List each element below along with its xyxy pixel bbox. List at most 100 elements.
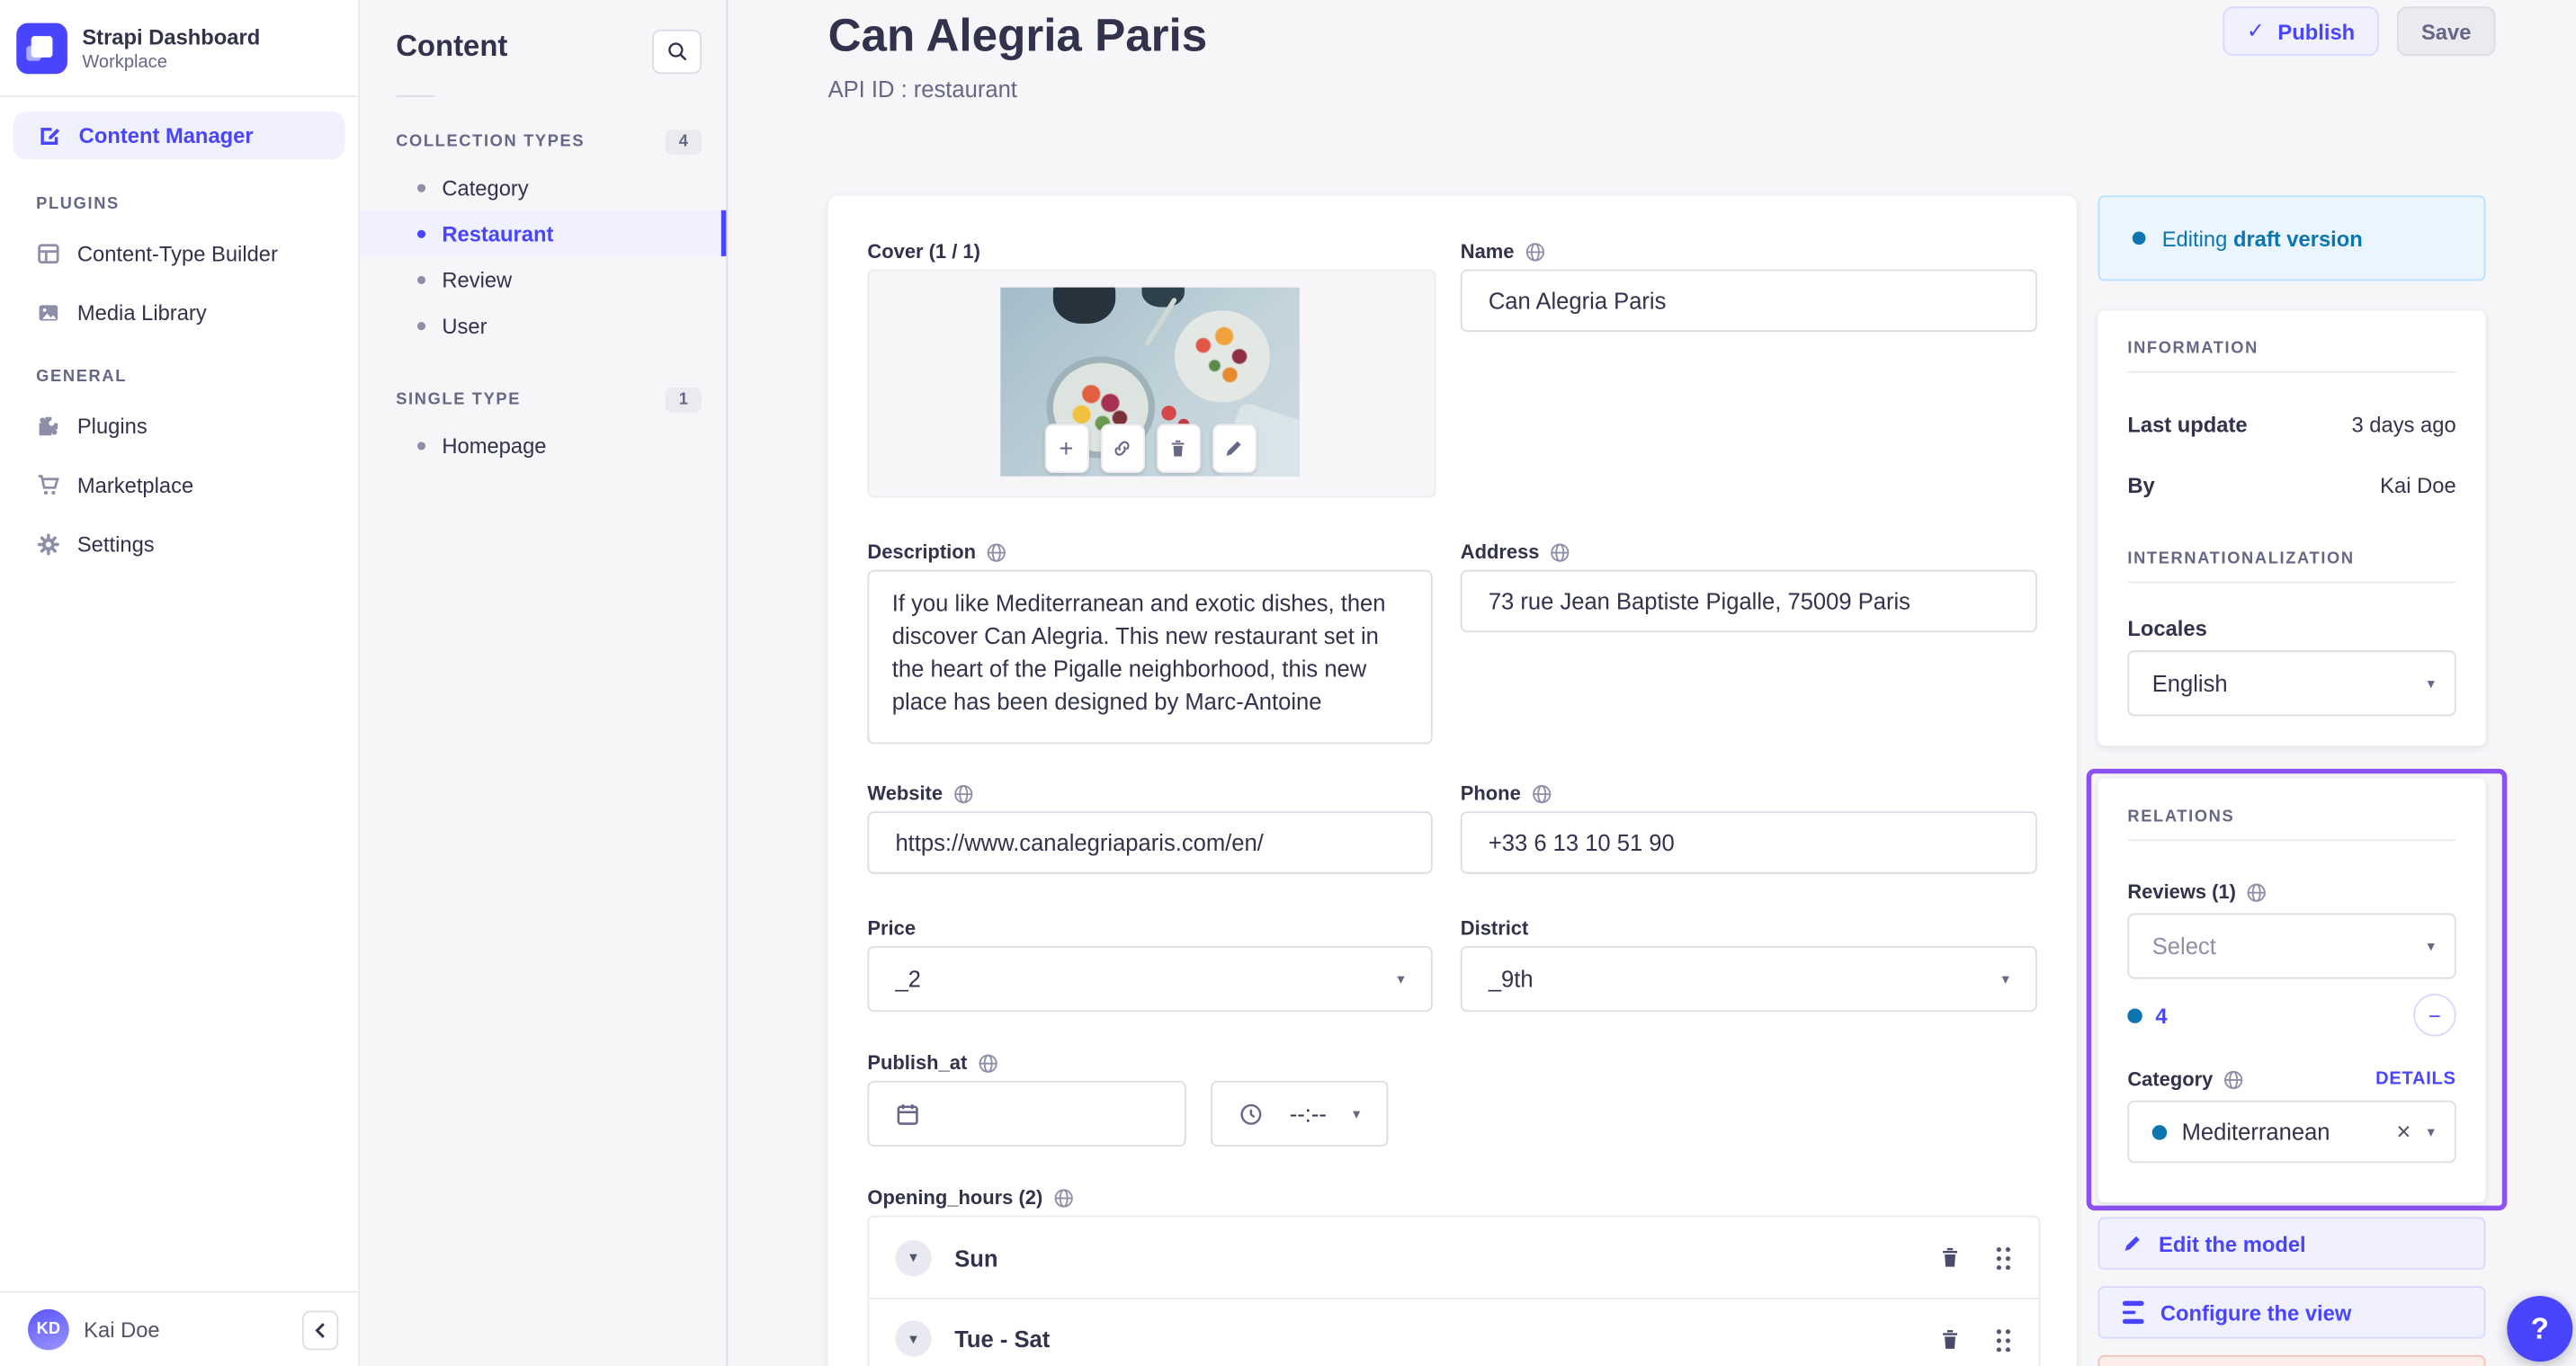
- drag-handle-icon[interactable]: [1994, 1326, 2013, 1352]
- calendar-icon: [895, 1102, 919, 1126]
- name-input[interactable]: Can Alegria Paris: [1460, 269, 2037, 332]
- website-input[interactable]: https://www.canalegriaparis.com/en/: [867, 811, 1433, 874]
- edit-model-button[interactable]: Edit the model: [2097, 1217, 2486, 1270]
- district-field-label: District: [1460, 916, 1529, 940]
- divider: [2127, 839, 2456, 842]
- subnav-item-category[interactable]: Category: [360, 165, 726, 210]
- save-button[interactable]: Save: [2396, 6, 2496, 57]
- main-navigation: Strapi Dashboard Workplace Content Manag…: [0, 0, 361, 1366]
- main-content: Can Alegria Paris API ID : restaurant ✓ …: [728, 0, 2576, 1366]
- cover-photo[interactable]: +: [1000, 287, 1300, 477]
- nav-section-general: GENERAL: [36, 368, 128, 387]
- subnav-item-homepage[interactable]: Homepage: [360, 422, 726, 468]
- drag-handle-icon[interactable]: [1994, 1245, 2013, 1270]
- website-field-label: Website: [867, 781, 973, 805]
- clear-icon[interactable]: ×: [2396, 1120, 2411, 1144]
- trash-icon[interactable]: [1938, 1245, 1962, 1270]
- globe-icon: [2246, 881, 2267, 903]
- expand-toggle-icon[interactable]: ▼: [895, 1239, 932, 1276]
- edit-form-card: Cover (1 / 1) + Name Can Alegria Paris D…: [827, 195, 2077, 1366]
- nav-item-content-type-builder[interactable]: Content-Type Builder: [36, 233, 358, 272]
- copy-link-button[interactable]: [1099, 424, 1145, 474]
- nav-item-plugins[interactable]: Plugins: [36, 406, 358, 445]
- puzzle-icon: [36, 413, 60, 437]
- opening-hours-row-tue-sat[interactable]: ▼ Tue - Sat: [869, 1297, 2039, 1366]
- reviews-field-label: Reviews (1): [2127, 880, 2455, 904]
- price-select[interactable]: _2 ▾: [867, 946, 1433, 1013]
- single-type-count-badge: 1: [665, 388, 702, 413]
- phone-field-label: Phone: [1461, 781, 1552, 805]
- photo-berry: [1161, 406, 1176, 421]
- configure-view-button[interactable]: Configure the view: [2097, 1286, 2486, 1339]
- last-update-value: 3 days ago: [2351, 412, 2456, 437]
- delete-entry-button[interactable]: [2097, 1354, 2486, 1366]
- subnav-item-review[interactable]: Review: [360, 256, 726, 302]
- details-link[interactable]: DETAILS: [2375, 1069, 2456, 1089]
- photo-bowl: [1174, 310, 1270, 403]
- subnav-item-user[interactable]: User: [360, 302, 726, 348]
- brand-title: Strapi Dashboard: [82, 24, 261, 49]
- photo-cup: [1141, 287, 1185, 308]
- globe-icon: [1052, 1187, 1074, 1209]
- brand[interactable]: Strapi Dashboard Workplace: [0, 0, 359, 97]
- pencil-icon: [1224, 439, 1244, 459]
- relation-item: 4 −: [2127, 994, 2456, 1037]
- globe-icon: [977, 1052, 998, 1074]
- name-field-label: Name: [1461, 240, 1545, 263]
- description-textarea[interactable]: If you like Mediterranean and exotic dis…: [867, 569, 1433, 745]
- divider: [2127, 581, 2456, 584]
- nav-item-settings[interactable]: Settings: [36, 524, 358, 564]
- list-settings-icon: [2122, 1301, 2144, 1324]
- remove-relation-button[interactable]: −: [2413, 994, 2456, 1037]
- content-type-builder-icon: [36, 241, 60, 265]
- nav-item-media-library[interactable]: Media Library: [36, 292, 358, 332]
- opening-hours-component: ▼ Sun ▼ Tue - Sat: [867, 1215, 2041, 1366]
- expand-toggle-icon[interactable]: ▼: [895, 1320, 932, 1357]
- phone-input[interactable]: +33 6 13 10 51 90: [1460, 811, 2037, 874]
- globe-icon: [1549, 541, 1570, 563]
- locales-label: Locales: [2127, 615, 2207, 641]
- publish-at-time-input[interactable]: --:-- ▾: [1211, 1080, 1389, 1147]
- locales-select[interactable]: English ▾: [2127, 650, 2456, 717]
- relation-status-dot-icon: [2127, 1007, 2142, 1023]
- globe-icon: [953, 782, 974, 804]
- delete-media-button[interactable]: [1155, 424, 1201, 474]
- time-placeholder: --:--: [1289, 1100, 1327, 1127]
- information-card: INFORMATION Last update 3 days ago By Ka…: [2097, 310, 2486, 746]
- publish-button[interactable]: ✓ Publish: [2223, 6, 2379, 57]
- brand-subtitle: Workplace: [82, 52, 167, 73]
- collapse-sidebar-button[interactable]: [302, 1309, 339, 1350]
- globe-icon: [1531, 782, 1552, 804]
- trash-icon: [1168, 439, 1188, 459]
- category-select[interactable]: Mediterranean × ▾: [2127, 1100, 2456, 1164]
- globe-icon: [2223, 1068, 2244, 1090]
- subnav-item-restaurant[interactable]: Restaurant: [360, 210, 727, 256]
- search-button[interactable]: [652, 29, 702, 75]
- by-value: Kai Doe: [2380, 473, 2456, 498]
- bullet-icon: [416, 183, 426, 192]
- bullet-icon: [416, 441, 426, 450]
- nav-item-content-manager[interactable]: Content Manager: [13, 112, 345, 160]
- avatar: KD: [28, 1308, 69, 1351]
- cover-field: +: [867, 269, 1436, 498]
- check-icon: ✓: [2246, 18, 2265, 43]
- side-panel: Editing draft version INFORMATION Last u…: [2086, 195, 2508, 1366]
- strapi-logo-icon: [16, 22, 67, 75]
- status-dot-icon: [2132, 231, 2146, 246]
- district-select[interactable]: _9th ▾: [1460, 946, 2037, 1013]
- internationalization-heading: INTERNATIONALIZATION: [2127, 549, 2355, 568]
- reviews-select[interactable]: Select ▾: [2127, 913, 2456, 979]
- trash-icon[interactable]: [1938, 1326, 1962, 1351]
- nav-item-marketplace[interactable]: Marketplace: [36, 465, 358, 504]
- publish-at-date-input[interactable]: [867, 1080, 1186, 1147]
- chevron-down-icon: ▾: [1397, 969, 1405, 987]
- edit-media-button[interactable]: [1212, 424, 1257, 474]
- relation-link[interactable]: 4: [2155, 1003, 2400, 1027]
- category-field-label: Category: [2127, 1067, 2244, 1091]
- add-media-button[interactable]: +: [1043, 424, 1089, 474]
- address-input[interactable]: 73 rue Jean Baptiste Pigalle, 75009 Pari…: [1460, 569, 2037, 633]
- opening-hours-row-sun[interactable]: ▼ Sun: [869, 1217, 2038, 1298]
- help-button[interactable]: ?: [2507, 1296, 2573, 1362]
- price-field-label: Price: [867, 916, 917, 940]
- chevron-down-icon: ▾: [2427, 937, 2435, 954]
